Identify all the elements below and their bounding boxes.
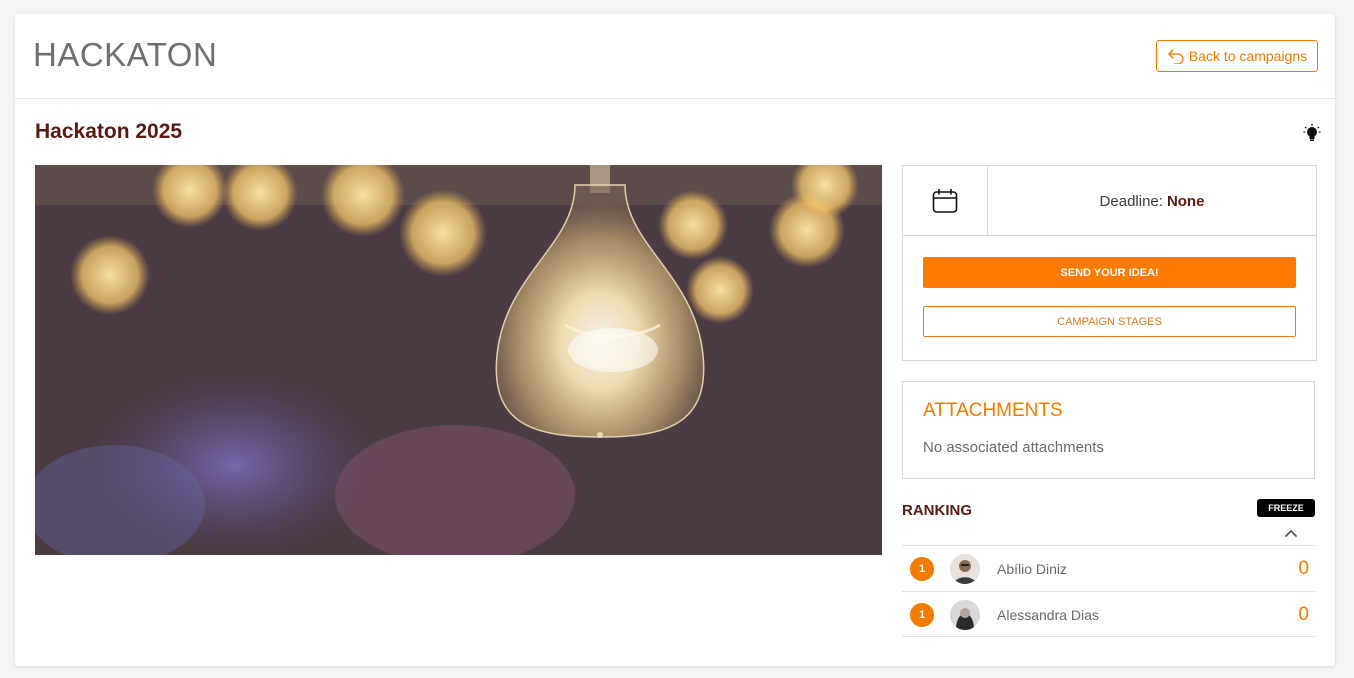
back-to-campaigns-button[interactable]: Back to campaigns	[1156, 40, 1318, 72]
send-idea-button[interactable]: SEND YOUR IDEA!	[923, 257, 1296, 288]
ranking-list: 1 Abílio Diniz 0 1 Alessandra Dias 0	[902, 545, 1315, 637]
deadline-text: Deadline: None	[988, 166, 1316, 236]
back-arrow-icon	[1168, 49, 1184, 64]
campaign-title: Hackaton 2025	[35, 120, 183, 143]
user-avatar-icon	[950, 600, 980, 630]
rank-user-name: Abílio Diniz	[997, 561, 1068, 577]
campaign-card: HACKATON Back to campaigns Hackaton 2025	[15, 14, 1335, 666]
calendar-cell	[903, 166, 988, 236]
attachments-empty-text: No associated attachments	[923, 439, 1104, 456]
lightbulb-photo	[35, 165, 882, 555]
attachments-panel: ATTACHMENTS No associated attachments	[902, 381, 1315, 479]
rank-position-badge: 1	[910, 557, 934, 581]
freeze-button[interactable]: FREEZE	[1257, 499, 1315, 517]
avatar	[950, 554, 980, 584]
avatar	[950, 600, 980, 630]
page-title: HACKATON	[33, 36, 218, 73]
calendar-icon	[932, 188, 958, 213]
deadline-row: Deadline: None	[903, 166, 1316, 236]
ranking-row[interactable]: 1 Abílio Diniz 0	[902, 545, 1315, 591]
lightbulb-icon	[1303, 124, 1321, 141]
ranking-title: RANKING	[902, 502, 972, 519]
ranking-row[interactable]: 1 Alessandra Dias 0	[902, 591, 1315, 637]
back-button-label: Back to campaigns	[1188, 48, 1308, 64]
rank-score: 0	[1298, 558, 1309, 579]
campaign-image	[35, 165, 882, 555]
deadline-label: Deadline:	[1099, 192, 1163, 210]
user-avatar-icon	[950, 554, 980, 584]
rank-score: 0	[1298, 604, 1309, 625]
campaign-stages-button[interactable]: CAMPAIGN STAGES	[923, 306, 1296, 337]
rank-user-name: Alessandra Dias	[997, 607, 1099, 623]
page-header: HACKATON Back to campaigns	[15, 14, 1335, 99]
rank-position-badge: 1	[910, 603, 934, 627]
chevron-up-icon[interactable]	[1284, 528, 1298, 538]
attachments-title: ATTACHMENTS	[923, 400, 1063, 421]
deadline-panel: Deadline: None SEND YOUR IDEA! CAMPAIGN …	[902, 165, 1317, 361]
deadline-value: None	[1166, 192, 1205, 210]
